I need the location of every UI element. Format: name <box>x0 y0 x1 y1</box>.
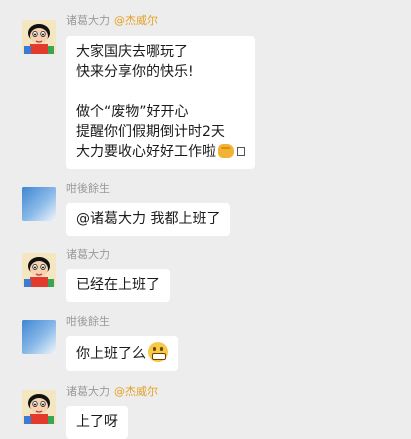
sender-line: 诸葛大力 <box>66 248 110 262</box>
message-bubble[interactable]: 已经在上班了 <box>66 269 170 302</box>
message-line: 提醒你们假期倒计时2天 <box>76 124 225 140</box>
shinchan-avatar-icon <box>22 253 56 287</box>
message-bubble[interactable]: @诸葛大力 我都上班了 <box>66 203 231 236</box>
message-text: 上了呀 <box>76 414 118 430</box>
message-line: 做个“废物”好开心 <box>76 104 189 120</box>
shinchan-avatar-icon <box>22 20 56 54</box>
sender-name[interactable]: 诸葛大力 <box>66 14 110 27</box>
sender-line: 咁後餘生 <box>66 182 110 196</box>
message-bubble[interactable]: 上了呀 <box>66 406 128 439</box>
mention-tag[interactable]: @杰威尔 <box>114 14 158 27</box>
avatar[interactable] <box>22 320 56 354</box>
message-line: 大家国庆去哪玩了 <box>76 44 188 60</box>
sender-name[interactable]: 诸葛大力 <box>66 248 110 261</box>
sky-avatar-icon <box>22 187 56 221</box>
fist-emoji-icon <box>218 144 234 158</box>
sender-line: 咁後餘生 <box>66 315 110 329</box>
shinchan-avatar-icon <box>22 390 56 424</box>
avatar[interactable] <box>22 390 56 424</box>
message-text: @诸葛大力 我都上班了 <box>76 211 221 227</box>
mention-tag[interactable]: @杰威尔 <box>114 385 158 398</box>
sender-name[interactable]: 咁後餘生 <box>66 182 110 195</box>
sender-line: 诸葛大力 @杰威尔 <box>66 385 158 399</box>
sender-line: 诸葛大力 @杰威尔 <box>66 14 158 28</box>
grin-emoji-icon <box>148 342 168 362</box>
message-text: 你上班了么 <box>76 346 146 362</box>
sender-name[interactable]: 诸葛大力 <box>66 385 110 398</box>
message-bubble[interactable]: 你上班了么 <box>66 336 178 371</box>
avatar[interactable] <box>22 187 56 221</box>
message-text: 大力要收心好好工作啦 <box>76 144 216 160</box>
message-bubble[interactable]: 大家国庆去哪玩了 快来分享你的快乐! 做个“废物”好开心 提醒你们假期倒计时2天… <box>66 36 255 169</box>
unsupported-glyph-icon <box>237 147 245 156</box>
message-text: 已经在上班了 <box>76 277 160 293</box>
avatar[interactable] <box>22 20 56 54</box>
sky-avatar-icon <box>22 320 56 354</box>
message-line-last: 大力要收心好好工作啦 <box>76 142 245 162</box>
sender-name[interactable]: 咁後餘生 <box>66 315 110 328</box>
message-line: 快来分享你的快乐! <box>76 64 194 80</box>
avatar[interactable] <box>22 253 56 287</box>
chat-message-list: 诸葛大力 @杰威尔 大家国庆去哪玩了 快来分享你的快乐! 做个“废物”好开心 提醒… <box>0 0 411 439</box>
